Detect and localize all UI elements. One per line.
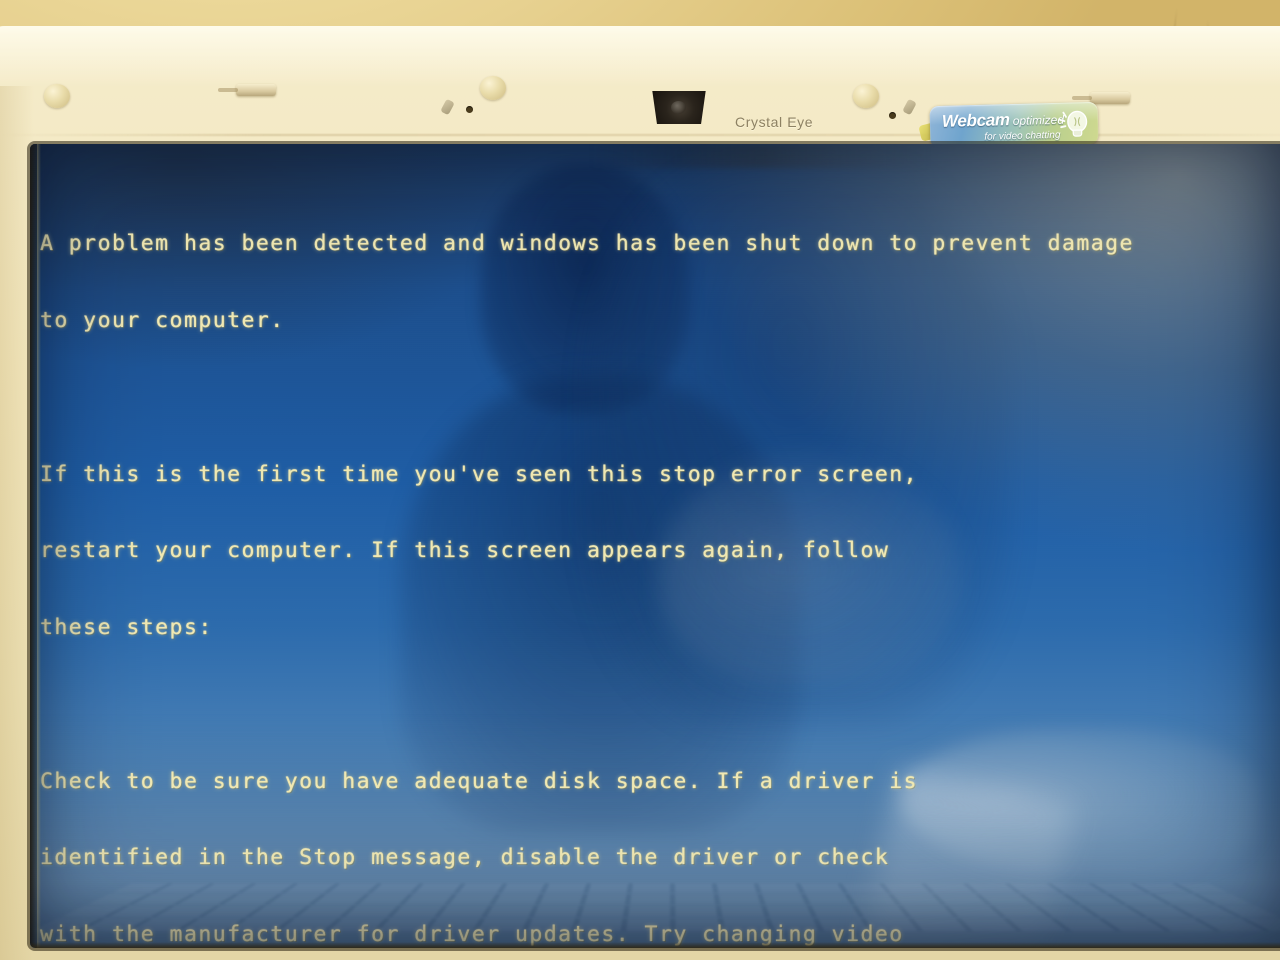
screen-left-bevel — [37, 144, 41, 948]
bsod-line: A problem has been detected and windows … — [40, 231, 1134, 257]
bsod-line: identified in the Stop message, disable … — [40, 845, 890, 871]
bsod-spacer — [40, 385, 1276, 411]
sticker-line-1: Webcam — [941, 110, 1010, 131]
screen-bottom-border — [30, 942, 1280, 948]
bsod-line: If this is the first time you've seen th… — [40, 461, 919, 487]
webcam-brand-label: Crystal Eye — [735, 114, 814, 130]
bsod-line: these steps: — [40, 615, 213, 641]
bsod-line: to your computer. — [40, 307, 285, 333]
sticker-line-3: for video chatting — [984, 129, 1061, 143]
sticker-text: Webcam optimized for video chatting — [942, 110, 1065, 144]
lid-bumper-right — [853, 84, 879, 108]
bsod-line: restart your computer. If this screen ap… — [40, 538, 890, 564]
webcam-lens — [652, 91, 706, 124]
bsod-line: Check to be sure you have adequate disk … — [40, 768, 919, 794]
webcam-sticker: Webcam optimized for video chatting — [929, 101, 1099, 149]
bsod-spacer — [40, 692, 1276, 718]
photo-scene: Crystal Eye Webcam optimized for video ch… — [0, 0, 1280, 960]
mic-hole-right — [889, 112, 896, 119]
bsod-text: A problem has been detected and windows … — [40, 180, 1276, 948]
mic-hole-left — [466, 106, 473, 113]
lid-highlight — [0, 26, 1280, 86]
laptop-screen: A problem has been detected and windows … — [30, 144, 1280, 948]
screen-left-border — [30, 144, 37, 948]
lid-latch-left[interactable] — [218, 84, 276, 96]
lid-bumper-left — [44, 84, 70, 108]
lid-left-shading — [0, 86, 34, 960]
lid-bumper-center — [480, 76, 506, 100]
lightbulb-icon — [1058, 110, 1088, 137]
